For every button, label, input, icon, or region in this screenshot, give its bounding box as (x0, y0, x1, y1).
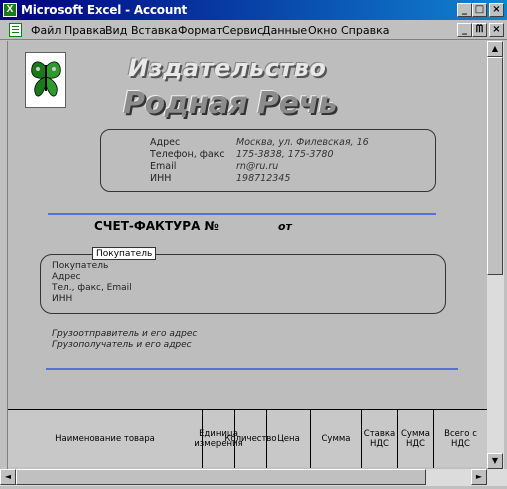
contact-value-inn: 198712345 (236, 173, 291, 184)
contact-value-address: Москва, ул. Филевская, 16 (236, 137, 369, 148)
col-total[interactable]: Всего с НДС (434, 410, 487, 468)
vertical-scrollbar[interactable]: ▲ ▼ (487, 41, 504, 469)
scroll-right-icon[interactable]: ► (471, 469, 487, 485)
butterfly-logo-icon (31, 61, 61, 97)
contact-value-phone: 175-3838, 175-3780 (236, 149, 334, 160)
buyer-line: ИНН (52, 294, 73, 304)
row-header-strip (0, 41, 8, 469)
buyer-line: Адрес (52, 272, 81, 282)
horizontal-scroll-thumb[interactable] (16, 469, 426, 485)
window-title: Microsoft Excel - Account (21, 3, 188, 17)
buyer-line: Тел., факс, Email (52, 283, 132, 293)
invoice-title: СЧЕТ-ФАКТУРА № (94, 219, 219, 233)
col-sum[interactable]: Сумма (311, 410, 362, 468)
contact-label-address: Адрес (150, 137, 181, 148)
logo-box (25, 52, 66, 108)
buyer-tag[interactable]: Покупатель (92, 247, 157, 260)
shipper-line: Грузоотправитель и его адрес (52, 329, 198, 339)
maximize-button[interactable]: □ (472, 3, 487, 17)
menu-view[interactable]: Вид (105, 24, 127, 37)
divider-bottom (46, 368, 458, 370)
menu-file[interactable]: Файл (31, 24, 61, 37)
consignee-line: Грузополучатель и его адрес (52, 340, 192, 350)
scroll-down-icon[interactable]: ▼ (487, 453, 503, 469)
title-bar: X Microsoft Excel - Account _ □ × (0, 0, 507, 20)
col-quantity[interactable]: Количество (224, 410, 277, 468)
contact-label-email: Email (150, 161, 177, 172)
doc-close-button[interactable]: × (489, 23, 504, 37)
col-product-name[interactable]: Наименование товара (8, 410, 203, 468)
brand-line-2: Родная Речь (123, 86, 337, 121)
workbook-icon[interactable] (9, 23, 22, 37)
contact-label-inn: ИНН (150, 173, 172, 184)
table-header: Наименование товара Единица измерения Ко… (8, 409, 487, 468)
horizontal-scrollbar[interactable]: ◄ ► (0, 469, 507, 486)
vertical-scroll-thumb[interactable] (487, 57, 503, 275)
col-vat-sum[interactable]: Сумма НДС (398, 410, 434, 468)
menu-tools[interactable]: Сервис (222, 24, 263, 37)
menu-bar: Файл Правка Вид Вставка Формат Сервис Да… (0, 20, 507, 40)
menu-edit[interactable]: Правка (64, 24, 106, 37)
menu-insert[interactable]: Вставка (131, 24, 178, 37)
divider-top (48, 213, 436, 215)
menu-window[interactable]: Окно (308, 24, 337, 37)
minimize-button[interactable]: _ (457, 3, 472, 17)
doc-restore-button[interactable]: ᗰ (472, 23, 487, 37)
brand-line-1: Издательство (128, 54, 327, 82)
invoice-date-label: от (278, 220, 292, 233)
buyer-line: Покупатель (52, 261, 109, 271)
menu-data[interactable]: Данные (262, 24, 307, 37)
scroll-up-icon[interactable]: ▲ (487, 41, 503, 57)
worksheet[interactable]: Издательство Родная Речь Адрес Москва, у… (8, 41, 487, 409)
close-button[interactable]: × (489, 3, 504, 17)
col-vat-rate[interactable]: Ставка НДС (362, 410, 398, 468)
col-price[interactable]: Цена (267, 410, 311, 468)
contact-value-email: rn@ru.ru (236, 161, 279, 172)
menu-format[interactable]: Формат (178, 24, 223, 37)
scroll-left-icon[interactable]: ◄ (0, 469, 16, 485)
doc-minimize-button[interactable]: _ (457, 23, 472, 37)
menu-help[interactable]: Справка (341, 24, 389, 37)
excel-app-icon[interactable]: X (3, 3, 17, 17)
contact-label-phone: Телефон, факс (150, 149, 225, 160)
